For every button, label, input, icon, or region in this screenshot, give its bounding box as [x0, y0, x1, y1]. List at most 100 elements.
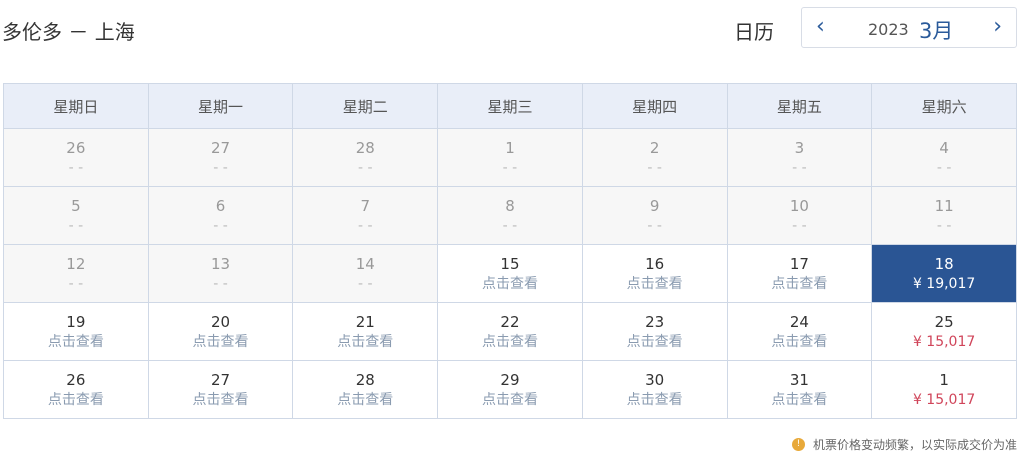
day-number: 28	[355, 370, 375, 389]
weekday-header: 星期日 星期一 星期二 星期三 星期四 星期五 星期六	[3, 83, 1017, 129]
calendar-day-cell[interactable]: 23 点击查看	[581, 302, 728, 361]
day-number: 30	[645, 370, 665, 389]
day-number: 2	[649, 138, 660, 157]
calendar-day-cell: 6 - -	[147, 186, 294, 245]
view-price-link: 点击查看	[626, 333, 683, 350]
day-number: 8	[505, 196, 515, 215]
day-price: - -	[213, 217, 228, 234]
view-price-link: 点击查看	[626, 391, 683, 408]
day-number: 28	[355, 138, 375, 157]
calendar-day-cell[interactable]: 27 点击查看	[147, 360, 294, 419]
day-number: 22	[500, 312, 520, 331]
view-price-link: 点击查看	[481, 333, 538, 350]
day-number: 17	[789, 254, 809, 273]
weekday-header-cell: 星期一	[147, 83, 294, 129]
calendar-day-cell: 2 - -	[581, 128, 728, 187]
calendar-day-cell[interactable]: 31 点击查看	[726, 360, 873, 419]
month-label: 3月	[919, 19, 954, 43]
view-price-link: 点击查看	[481, 391, 538, 408]
day-price: - -	[936, 159, 952, 176]
day-number: 27	[211, 370, 231, 389]
day-number: 15	[500, 254, 520, 273]
day-number: 24	[789, 312, 809, 331]
calendar-day-cell: 5 - -	[3, 186, 149, 245]
day-number: 18	[934, 254, 954, 273]
calendar-day-cell[interactable]: 16 点击查看	[581, 244, 728, 303]
calendar-day-cell[interactable]: 21 点击查看	[292, 302, 439, 361]
calendar-day-cell[interactable]: 19 点击查看	[3, 302, 149, 361]
day-number: 21	[355, 312, 375, 331]
month-navigator: ‹ 2023 3月 ›	[801, 7, 1017, 48]
route-title: 多伦多 － 上海	[2, 20, 135, 44]
calendar-day-cell[interactable]: 15 点击查看	[437, 244, 583, 303]
calendar-day-cell[interactable]: 17 点击查看	[726, 244, 873, 303]
day-number: 6	[215, 196, 226, 215]
day-number: 3	[794, 138, 805, 157]
day-price: - -	[68, 275, 84, 292]
calendar-day-cell[interactable]: 26 点击查看	[3, 360, 149, 419]
calendar-day-cell[interactable]: 1 ¥ 15,017	[871, 360, 1017, 419]
view-price-link: 点击查看	[771, 391, 828, 408]
day-price: - -	[357, 217, 373, 234]
view-price-link: 点击查看	[47, 391, 104, 408]
chevron-right-icon[interactable]: ›	[993, 14, 1002, 39]
calendar-week-row: 26 - - 27 - - 28 - - 1 - - 2 - - 3 - - 4 - -	[3, 128, 1017, 187]
chevron-left-icon[interactable]: ‹	[816, 14, 825, 39]
weekday-header-cell: 星期二	[292, 83, 439, 129]
day-price: - -	[647, 217, 662, 234]
calendar-day-cell[interactable]: 22 点击查看	[437, 302, 583, 361]
calendar-day-cell: 10 - -	[726, 186, 873, 245]
calendar-day-cell: 3 - -	[726, 128, 873, 187]
view-price-link: 点击查看	[337, 391, 394, 408]
day-number: 20	[211, 312, 231, 331]
day-number: 26	[66, 370, 86, 389]
calendar-day-cell[interactable]: 30 点击查看	[581, 360, 728, 419]
calendar-day-cell[interactable]: 24 点击查看	[726, 302, 873, 361]
calendar-day-cell: 9 - -	[581, 186, 728, 245]
weekday-header-cell: 星期六	[871, 83, 1017, 129]
day-price: ¥ 15,017	[912, 333, 976, 350]
calendar-day-cell[interactable]: 20 点击查看	[147, 302, 294, 361]
day-number: 12	[66, 254, 86, 273]
day-number: 9	[649, 196, 660, 215]
calendar-week-row: 19 点击查看 20 点击查看 21 点击查看 22 点击查看 23 点击查看 24 点击查看 25 ¥ …	[3, 302, 1017, 361]
day-number: 11	[934, 196, 954, 215]
day-price: - -	[357, 275, 373, 292]
day-number: 16	[645, 254, 665, 273]
notice-text: 机票价格变动频繁，以实际成交价为准	[812, 438, 1017, 452]
calendar-day-cell: 28 - -	[292, 128, 439, 187]
day-number: 25	[934, 312, 954, 331]
calendar-day-cell[interactable]: 29 点击查看	[437, 360, 583, 419]
calendar-day-cell: 12 - -	[3, 244, 149, 303]
day-price: - -	[792, 159, 807, 176]
view-price-link: 点击查看	[771, 275, 828, 292]
calendar-day-cell: 4 - -	[871, 128, 1017, 187]
info-icon: !	[791, 438, 805, 451]
day-price: ¥ 15,017	[912, 391, 976, 408]
calendar-week-row: 12 - - 13 - - 14 - - 15 点击查看 16 点击查看 17 点击查看 18 ¥ 19,…	[3, 244, 1017, 303]
calendar-grid: 星期日 星期一 星期二 星期三 星期四 星期五 星期六 26- -27- -28- -1- …	[3, 83, 1017, 419]
calendar-day-cell[interactable]: 18 ¥ 19,017	[871, 244, 1017, 303]
day-number: 4	[939, 138, 949, 157]
day-number: 29	[500, 370, 520, 389]
view-price-link: 点击查看	[337, 333, 394, 350]
day-price: - -	[213, 275, 228, 292]
price-notice: ! 机票价格变动频繁，以实际成交价为准	[791, 436, 1017, 453]
weekday-header-cell: 星期日	[3, 83, 149, 129]
calendar-day-cell: 8 - -	[437, 186, 583, 245]
day-number: 5	[71, 196, 81, 215]
day-price: - -	[502, 159, 518, 176]
day-number: 14	[355, 254, 375, 273]
day-price: - -	[68, 217, 84, 234]
calendar-day-cell[interactable]: 25 ¥ 15,017	[871, 302, 1017, 361]
calendar-day-cell[interactable]: 28 点击查看	[292, 360, 439, 419]
year-label: 2023	[868, 20, 909, 39]
calendar-week-row: 26 点击查看 27 点击查看 28 点击查看 29 点击查看 30 点击查看 31 点击查看 1 ¥ 1…	[3, 360, 1017, 419]
day-price: - -	[647, 159, 662, 176]
day-number: 1	[939, 370, 949, 389]
day-number: 19	[66, 312, 86, 331]
day-number: 23	[645, 312, 665, 331]
day-number: 1	[505, 138, 515, 157]
day-price: - -	[792, 217, 807, 234]
calendar-day-cell: 26 - -	[3, 128, 149, 187]
